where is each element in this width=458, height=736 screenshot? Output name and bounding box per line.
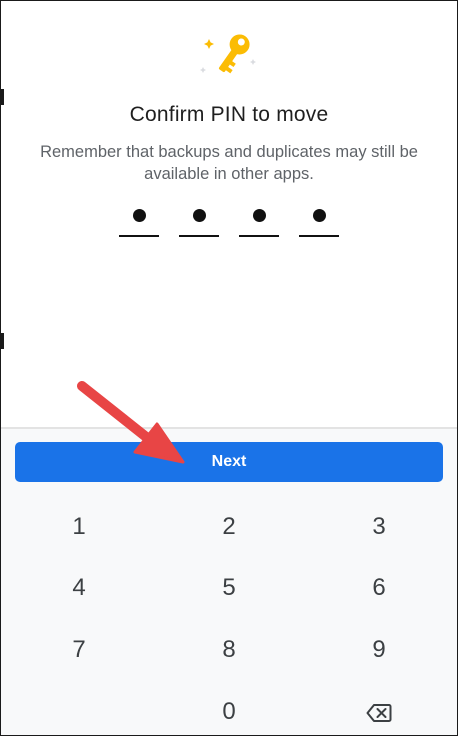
key-6[interactable]: 6 — [319, 562, 439, 614]
dialog-subtitle: Remember that backups and duplicates may… — [40, 143, 418, 183]
pin-digit-4 — [299, 205, 339, 239]
app-window: Confirm PIN to move Remember that backup… — [0, 0, 458, 736]
backspace-key[interactable] — [319, 686, 439, 735]
pin-dot — [253, 209, 266, 222]
pin-entry-field[interactable] — [119, 205, 343, 239]
pin-underline — [119, 235, 159, 237]
pin-dot — [133, 209, 146, 222]
key-8[interactable]: 8 — [169, 624, 289, 676]
pin-digit-3 — [239, 205, 279, 239]
edge-marker — [1, 89, 4, 105]
key-4[interactable]: 4 — [19, 562, 139, 614]
key-icon — [200, 34, 256, 74]
key-9[interactable]: 9 — [319, 624, 439, 676]
pin-underline — [179, 235, 219, 237]
key-1[interactable]: 1 — [19, 501, 139, 553]
backspace-icon — [366, 703, 392, 722]
key-5[interactable]: 5 — [169, 562, 289, 614]
pin-underline — [299, 235, 339, 237]
pin-digit-1 — [119, 205, 159, 239]
pin-dot — [313, 209, 326, 222]
key-3[interactable]: 3 — [319, 501, 439, 553]
pin-dot — [193, 209, 206, 222]
pin-digit-2 — [179, 205, 219, 239]
key-2[interactable]: 2 — [169, 501, 289, 553]
dialog-title: Confirm PIN to move — [129, 103, 329, 126]
key-0[interactable]: 0 — [169, 686, 289, 735]
edge-marker — [1, 333, 4, 349]
pin-underline — [239, 235, 279, 237]
next-button[interactable]: Next — [15, 442, 443, 482]
key-7[interactable]: 7 — [19, 624, 139, 676]
pin-confirm-panel: Confirm PIN to move Remember that backup… — [1, 1, 457, 427]
